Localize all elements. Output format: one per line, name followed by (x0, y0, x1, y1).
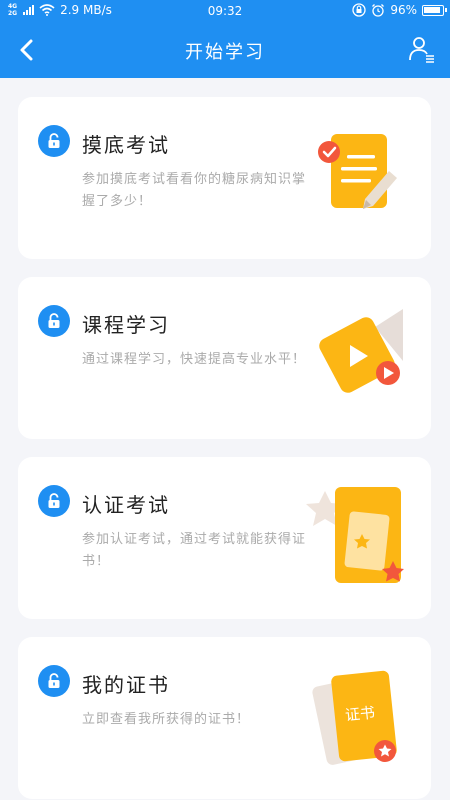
card-description: 通过课程学习，快速提高专业水平！ (82, 352, 307, 367)
lock-icon (38, 125, 70, 157)
alarm-icon (372, 4, 385, 17)
card-title: 认证考试 (82, 493, 170, 517)
lock-icon (38, 665, 70, 697)
card-title: 摸底考试 (82, 133, 170, 157)
card-certification-exam[interactable]: 认证考试 参加认证考试，通过考试就能获得证书！ (18, 457, 431, 619)
certificate-card-icon (306, 487, 404, 583)
card-my-certificates[interactable]: 我的证书 立即查看我所获得的证书！ 证书 (18, 637, 431, 799)
status-bar: 4G 2G 2.9 MB/s 09:32 96% (0, 0, 450, 22)
lock-rotation-icon (352, 3, 366, 17)
certificate-badge-text: 证书 (344, 703, 376, 724)
card-title: 我的证书 (82, 673, 170, 697)
page-title: 开始学习 (185, 42, 265, 63)
battery-percent: 96% (390, 3, 417, 17)
card-description: 参加认证考试，通过考试就能获得证书！ (82, 532, 307, 569)
card-placement-exam[interactable]: 摸底考试 参加摸底考试看看你的糖尿病知识掌握了多少！ (18, 97, 431, 259)
status-right: 96% (352, 3, 447, 17)
card-description: 参加摸底考试看看你的糖尿病知识掌握了多少！ (82, 172, 307, 209)
exam-document-icon (318, 134, 397, 209)
app-header: 开始学习 (0, 22, 450, 78)
card-course-study[interactable]: 课程学习 通过课程学习，快速提高专业水平！ (18, 277, 431, 439)
lock-icon (38, 485, 70, 517)
battery-icon (422, 4, 447, 16)
video-play-icon (319, 309, 403, 393)
card-title: 课程学习 (82, 313, 170, 337)
lock-icon (38, 305, 70, 337)
user-list-icon[interactable] (408, 35, 436, 63)
certificate-icon: 证书 (312, 670, 397, 765)
card-description: 立即查看我所获得的证书！ (82, 712, 251, 727)
